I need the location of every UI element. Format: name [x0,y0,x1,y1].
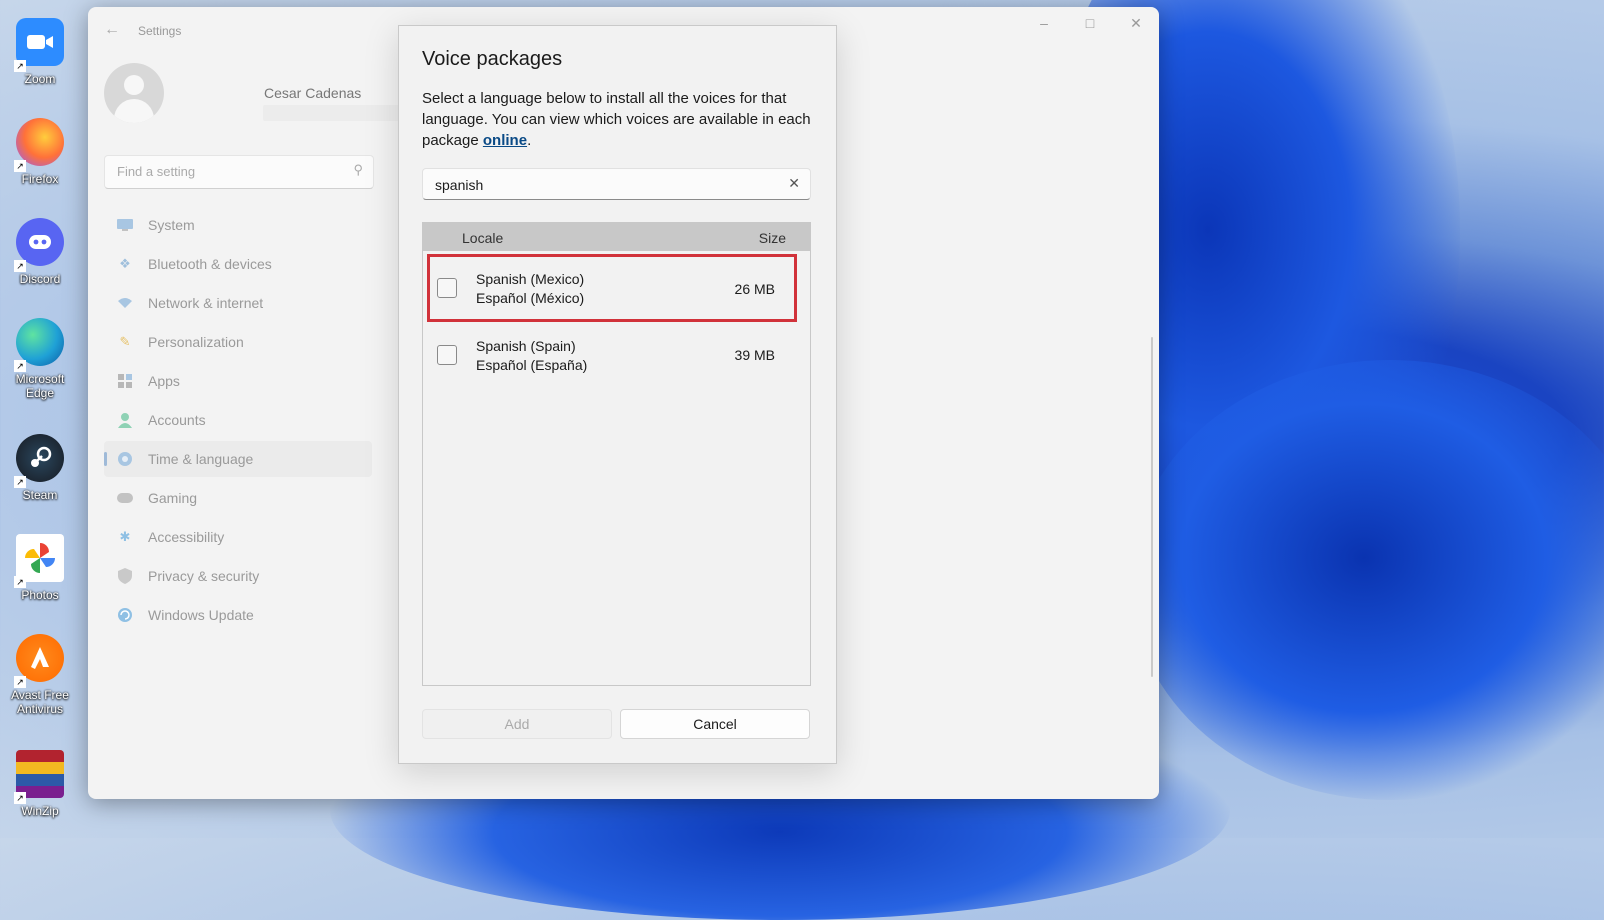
shield-icon [116,567,134,585]
window-controls: – □ ✕ [1021,7,1159,39]
edge-icon [14,318,64,372]
monitor-icon [116,216,134,234]
winzip-icon [14,750,64,804]
list-item[interactable]: Spanish (Spain) Español (España) 39 MB [423,321,810,387]
desktop-icon-label: Discord [19,272,61,286]
steam-icon [14,434,64,488]
close-icon[interactable]: ✕ [1113,7,1159,39]
globe-clock-icon [116,450,134,468]
voice-package-list: Locale Size Spanish (Mexico) Español (Mé… [422,222,811,686]
desktop-icon-label: Steam [22,488,58,502]
locale-name: Spanish (Spain) [476,338,576,354]
wifi-icon [116,294,134,312]
sidebar-item-personalization[interactable]: ✎ Personalization [104,324,372,360]
desktop-icon-label: Photos [21,588,59,602]
add-button[interactable]: Add [422,709,612,739]
sidebar-item-label: Accounts [148,412,206,428]
desktop-icon-winzip[interactable]: WinZip [4,742,76,838]
sidebar-item-label: Accessibility [148,529,225,545]
package-size: 39 MB [734,347,775,363]
sidebar-item-network[interactable]: Network & internet [104,285,372,321]
avast-icon [14,634,64,688]
row-checkbox[interactable] [437,345,457,365]
sidebar-item-label: Privacy & security [148,568,260,584]
description-text: Select a language below to install all t… [422,90,811,149]
avatar[interactable] [104,63,164,123]
settings-search-input[interactable] [115,163,339,180]
voice-search-input[interactable] [433,176,777,194]
sidebar-item-privacy[interactable]: Privacy & security [104,558,372,594]
dialog-title: Voice packages [422,48,563,70]
update-icon [116,606,134,624]
sidebar-item-label: Gaming [148,490,198,506]
highlight-box [427,254,797,322]
clear-icon[interactable]: ✕ [788,175,800,192]
sidebar-nav: System ❖ Bluetooth & devices Network & i… [104,207,372,636]
cancel-button[interactable]: Cancel [620,709,810,739]
sidebar-item-label: Windows Update [148,607,254,623]
desktop-icon-label: Firefox [21,172,59,186]
scrollbar[interactable] [1151,337,1153,677]
desktop-icon-avast[interactable]: Avast Free Antivirus [4,626,76,738]
locale-native-name: Español (España) [476,357,588,373]
sidebar-item-accessibility[interactable]: ✱ Accessibility [104,519,372,555]
description-end: . [527,132,532,149]
sidebar-item-time-language[interactable]: Time & language [104,441,372,477]
sidebar-item-label: Apps [148,373,180,389]
apps-icon [116,372,134,390]
voice-search-field[interactable]: ✕ [422,168,811,200]
dialog-description: Select a language below to install all t… [422,88,817,151]
settings-search[interactable]: ⚲ [104,155,374,189]
sidebar-item-accounts[interactable]: Accounts [104,402,372,438]
search-icon: ⚲ [353,162,363,177]
column-header-locale: Locale [462,230,504,246]
desktop-icon-firefox[interactable]: Firefox [4,110,76,206]
desktop-icon-zoom[interactable]: Zoom [4,10,76,106]
sidebar-item-label: Bluetooth & devices [148,256,272,272]
column-header-size: Size [758,230,786,246]
desktop-icon-photos[interactable]: Photos [4,526,76,622]
app-title: Settings [138,24,182,38]
desktop-icon-label: Microsoft Edge [15,372,65,400]
desktop-icon-edge[interactable]: Microsoft Edge [4,310,76,422]
desktop-icon-discord[interactable]: Discord [4,210,76,306]
desktop-icon-steam[interactable]: Steam [4,426,76,522]
voice-packages-dialog: Voice packages Select a language below t… [398,25,837,764]
sidebar-item-label: Network & internet [148,295,264,311]
online-link[interactable]: online [483,132,527,149]
sidebar-item-label: System [148,217,195,233]
sidebar-item-gaming[interactable]: Gaming [104,480,372,516]
maximize-icon[interactable]: □ [1067,7,1113,39]
brush-icon: ✎ [119,334,131,349]
user-profile [104,63,164,123]
desktop-icon-label: Avast Free Antivirus [11,688,69,716]
discord-icon [14,218,64,272]
photos-icon [14,534,64,588]
sidebar-item-system[interactable]: System [104,207,372,243]
sidebar-item-windows-update[interactable]: Windows Update [104,597,372,633]
minimize-icon[interactable]: – [1021,7,1067,39]
sidebar-item-bluetooth[interactable]: ❖ Bluetooth & devices [104,246,372,282]
desktop-icon-label: Zoom [24,72,56,86]
zoom-icon [14,18,64,72]
sidebar-item-label: Personalization [148,334,244,350]
user-name: Cesar Cadenas [264,85,362,101]
accessibility-icon: ✱ [119,529,131,544]
list-header: Locale Size [423,223,810,251]
person-icon [116,411,134,429]
desktop-icon-label: WinZip [21,804,59,818]
bluetooth-icon: ❖ [119,256,131,271]
firefox-icon [14,118,64,172]
gamepad-icon [116,489,134,507]
back-arrow-icon[interactable]: ← [104,21,124,41]
sidebar-item-apps[interactable]: Apps [104,363,372,399]
desktop-icons: Zoom Firefox Discord Microsoft Edge Stea… [4,10,76,842]
sidebar-item-label: Time & language [148,451,254,467]
